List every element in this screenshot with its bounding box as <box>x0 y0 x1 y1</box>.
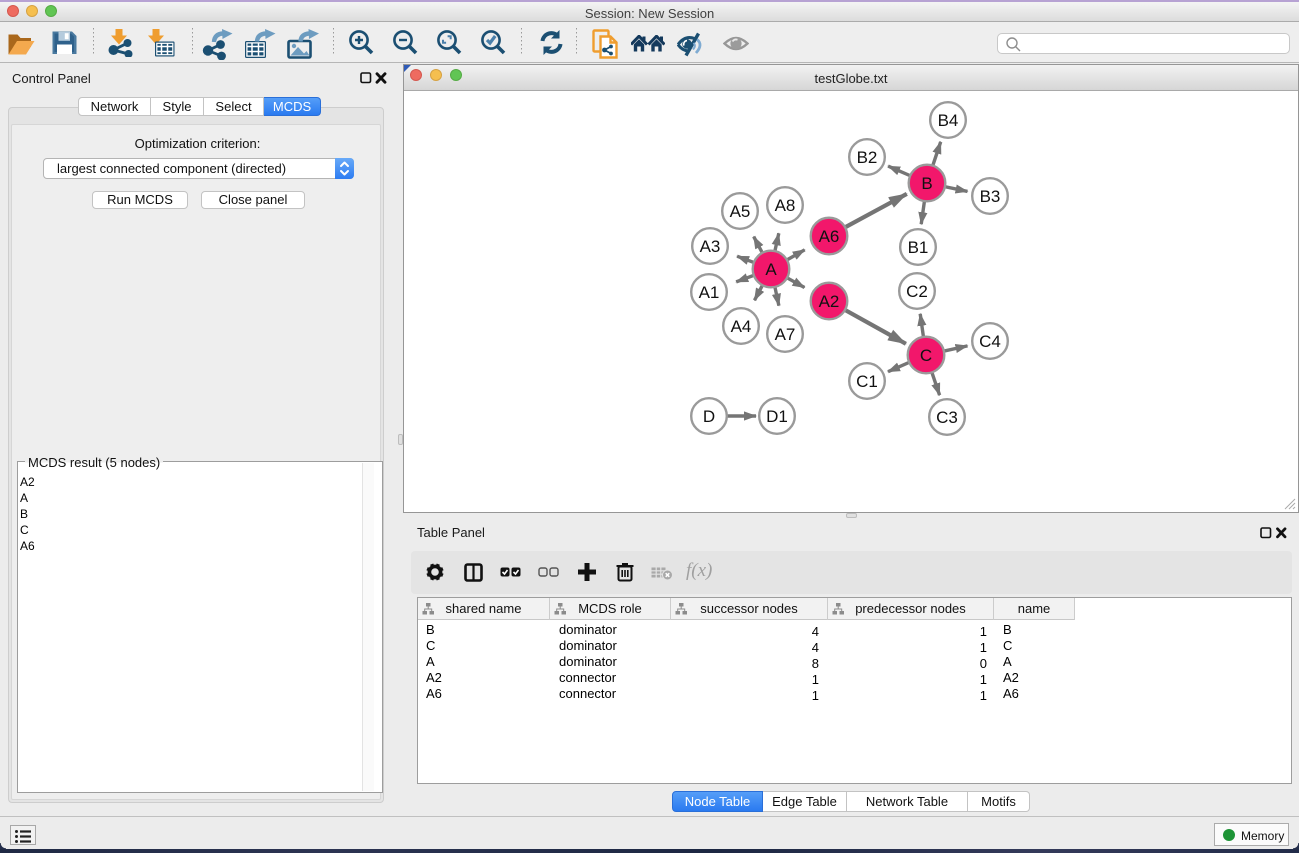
svg-text:D1: D1 <box>766 407 788 426</box>
svg-text:C: C <box>920 346 932 365</box>
svg-text:A2: A2 <box>819 292 840 311</box>
svg-text:C4: C4 <box>979 332 1001 351</box>
svg-text:B: B <box>921 174 932 193</box>
svg-text:C3: C3 <box>936 408 958 427</box>
svg-text:A: A <box>765 260 777 279</box>
svg-text:A7: A7 <box>775 325 796 344</box>
svg-text:A8: A8 <box>775 196 796 215</box>
svg-text:C2: C2 <box>906 282 928 301</box>
svg-text:A6: A6 <box>819 227 840 246</box>
svg-text:A4: A4 <box>731 317 752 336</box>
svg-text:A1: A1 <box>699 283 720 302</box>
svg-text:B3: B3 <box>980 187 1001 206</box>
svg-text:C1: C1 <box>856 372 878 391</box>
svg-text:A3: A3 <box>700 237 721 256</box>
svg-text:B4: B4 <box>938 111 959 130</box>
svg-text:A5: A5 <box>730 202 751 221</box>
svg-text:B1: B1 <box>908 238 929 257</box>
svg-text:B2: B2 <box>857 148 878 167</box>
svg-text:D: D <box>703 407 715 426</box>
